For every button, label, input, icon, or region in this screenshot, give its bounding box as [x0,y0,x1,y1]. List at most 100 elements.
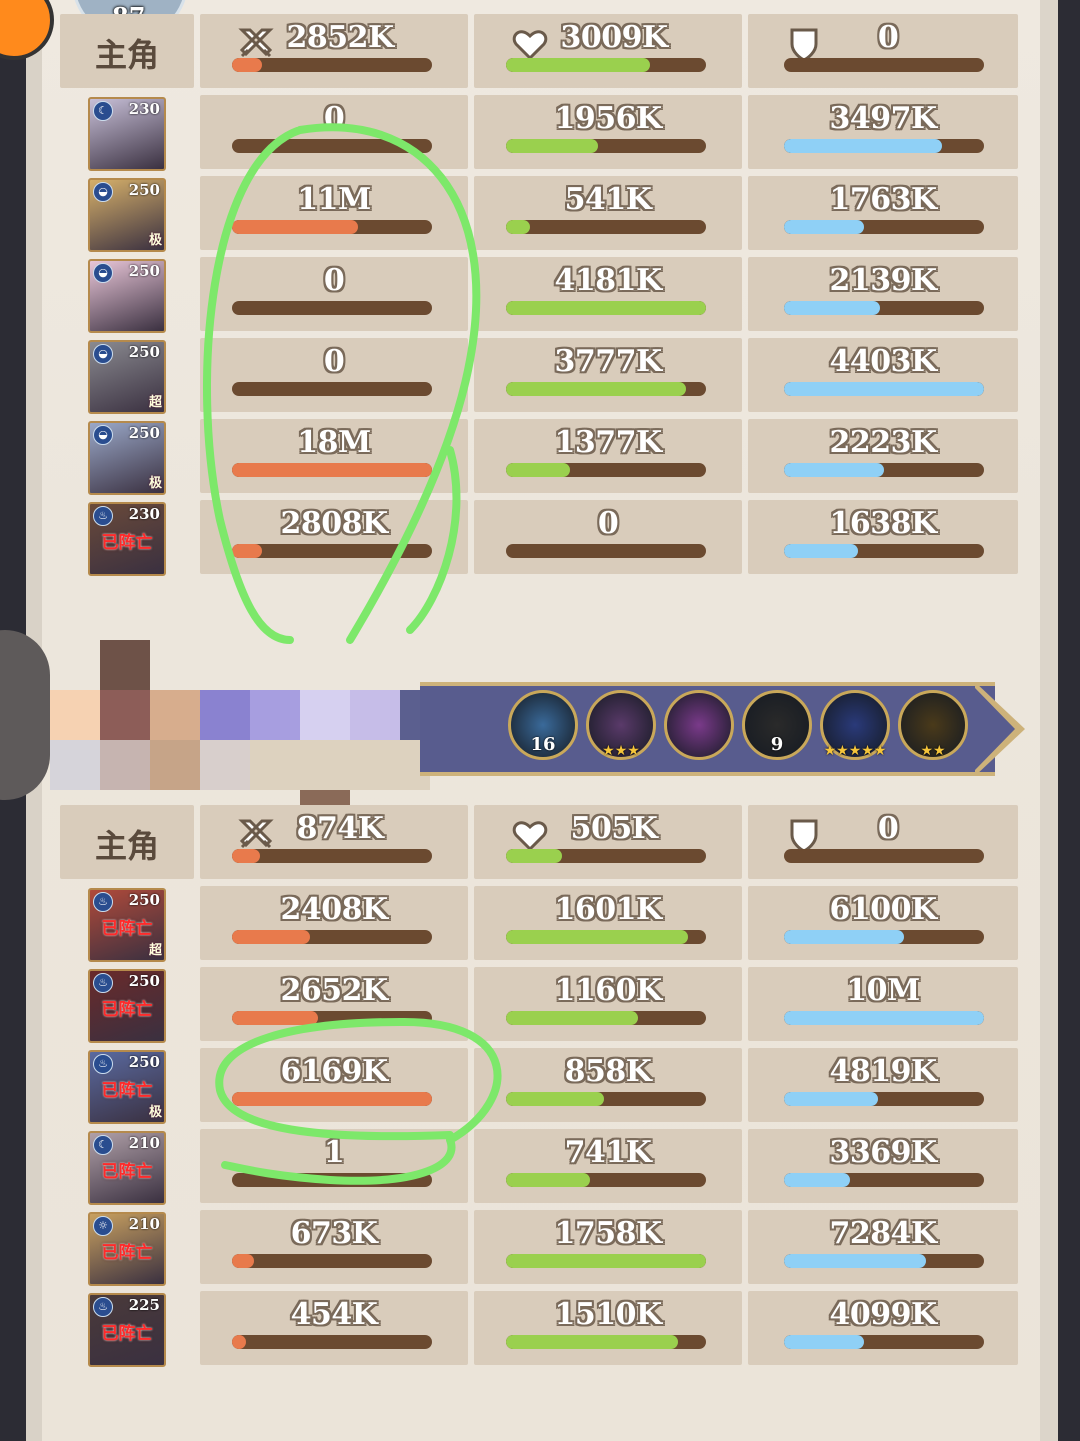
team1-hero-portrait[interactable]: ☾ 230 [88,97,166,171]
team2-heal-bar [506,1173,706,1187]
blue-flower-relic-icon[interactable]: ★★★★★ [820,690,890,760]
team2-damage-bar [232,1173,432,1187]
team1-header-defense-cell: 0 [748,14,1018,88]
team2-header-heal-bar [506,849,706,863]
team2-hero-portrait[interactable]: ♨ 225 已阵亡 [88,1293,166,1367]
team2-hero-level: 250 [128,891,160,909]
team2-heal-cell: 1601K [474,886,742,960]
team2-defense-bar-fill [784,1173,850,1187]
team1-heal-bar-fill [506,220,530,234]
team2-defense-value: 7284K [829,1216,937,1251]
team1-hero-level: 250 [128,343,160,361]
blue-flower-relic-stars: ★★★★★ [823,743,887,759]
team1-hero-level: 230 [128,100,160,118]
battle-stats-screen: 87 主角2852K3009K0☾23001956K3497K◒250极11M5… [0,0,1080,1441]
team1-header-damage-bar [232,58,432,72]
team1-damage-value: 18M [297,425,371,460]
team2-damage-cell: 2408K [200,886,468,960]
team2-damage-value: 673K [290,1216,378,1251]
team2-hero-portrait[interactable]: ☼ 210 已阵亡 [88,1212,166,1286]
team2-hero-portrait[interactable]: ♨ 250 已阵亡超 [88,888,166,962]
team1-damage-bar-fill [232,463,432,477]
team1-portrait-cell: ☾ 230 [60,95,194,171]
team1-hero-row: ◒ 250 超 0 3777K 4403K [60,338,1020,414]
team1-defense-value: 4403K [829,344,937,379]
team2-heal-bar [506,1011,706,1025]
team2-damage-bar [232,930,432,944]
team1-heal-bar-fill [506,139,598,153]
moon-element-icon: ☾ [93,101,113,121]
team2-damage-value: 2652K [280,973,388,1008]
team2-hero-rank-tag: 超 [148,943,162,958]
team1-defense-bar-fill [784,544,858,558]
team2-heal-bar-fill [506,1335,678,1349]
team2-defense-value: 10M [846,973,920,1008]
team2-damage-value: 6169K [280,1054,388,1089]
team2-hero-row: ♨ 250 已阵亡极 6169K 858K 4819K [60,1048,1020,1124]
ice-crystal-relic-count: 16 [530,734,556,755]
team1-damage-bar [232,382,432,396]
team1-portrait-cell: ◒ 250 极 [60,176,194,252]
water-element-icon: ◒ [93,263,113,283]
team2-hero-portrait[interactable]: ☾ 210 已阵亡 [88,1131,166,1205]
team2-defense-value: 4099K [829,1297,937,1332]
team1-hero-level: 250 [128,262,160,280]
team1-defense-bar-fill [784,220,864,234]
team1-heal-bar [506,544,706,558]
team1-header-heal-value: 3009K [560,20,668,55]
team2-hero-portrait[interactable]: ♨ 250 已阵亡 [88,969,166,1043]
team2-portrait-cell: ☼ 210 已阵亡 [60,1210,194,1286]
team1-hero-level: 230 [128,505,160,523]
team2-heal-bar-fill [506,930,688,944]
fire-element-icon: ♨ [93,1297,113,1317]
team2-damage-bar [232,1011,432,1025]
team1-heal-cell: 1377K [474,419,742,493]
team2-hero-portrait[interactable]: ♨ 250 已阵亡极 [88,1050,166,1124]
team1-damage-value: 0 [323,263,345,298]
team1-header-damage-bar-fill [232,58,262,72]
team1-defense-bar [784,220,984,234]
team1-damage-bar [232,463,432,477]
team2-defense-cell: 10M [748,967,1018,1041]
team1-hero-cell: 主角 [60,14,194,88]
golden-trident-relic-icon[interactable]: 9 [742,690,812,760]
team1-hero-row: ♨ 230 已阵亡 2808K 0 1638K [60,500,1020,576]
team1-hero-portrait[interactable]: ◒ 250 [88,259,166,333]
team1-hero-portrait[interactable]: ♨ 230 已阵亡 [88,502,166,576]
team2-defense-bar [784,930,984,944]
team1-damage-bar [232,220,432,234]
team1-damage-cell: 0 [200,257,468,331]
team1-hero-portrait[interactable]: ◒ 250 极 [88,421,166,495]
team2-hero-cell: 主角 [60,805,194,879]
purple-armor-relic-icon[interactable] [664,690,734,760]
team2-damage-cell: 673K [200,1210,468,1284]
team1-heal-cell: 3777K [474,338,742,412]
team1-hero-portrait[interactable]: ◒ 250 极 [88,178,166,252]
team1-heal-value: 3777K [554,344,662,379]
purple-beast-relic-icon[interactable]: ★★★ [586,690,656,760]
team1-portrait-cell: ◒ 250 [60,257,194,333]
team1-hero-portrait[interactable]: ◒ 250 超 [88,340,166,414]
team2-defense-bar [784,1173,984,1187]
team1-defense-cell: 3497K [748,95,1018,169]
team1-heal-value: 1956K [554,101,662,136]
team2-hero-level: 225 [128,1296,160,1314]
team1-header-damage-value: 2852K [286,20,394,55]
team2-damage-cell: 2652K [200,967,468,1041]
team1-heal-value: 1377K [554,425,662,460]
fire-element-icon: ♨ [93,973,113,993]
team1-portrait-cell: ◒ 250 超 [60,338,194,414]
team1-defense-bar [784,382,984,396]
team2-heal-bar-fill [506,1254,706,1268]
team2-defense-value: 4819K [829,1054,937,1089]
team2-damage-value: 454K [290,1297,378,1332]
team1-defense-bar [784,139,984,153]
ice-crystal-relic-icon[interactable]: 16 [508,690,578,760]
team2-damage-bar-fill [232,930,310,944]
team2-hero-row: ♨ 250 已阵亡超 2408K 1601K 6100K [60,886,1020,962]
golden-axe-relic-icon[interactable]: ★★ [898,690,968,760]
team2-damage-bar [232,1254,432,1268]
team2-damage-bar-fill [232,1011,318,1025]
team1-damage-cell: 18M [200,419,468,493]
team1-defense-bar-fill [784,463,884,477]
